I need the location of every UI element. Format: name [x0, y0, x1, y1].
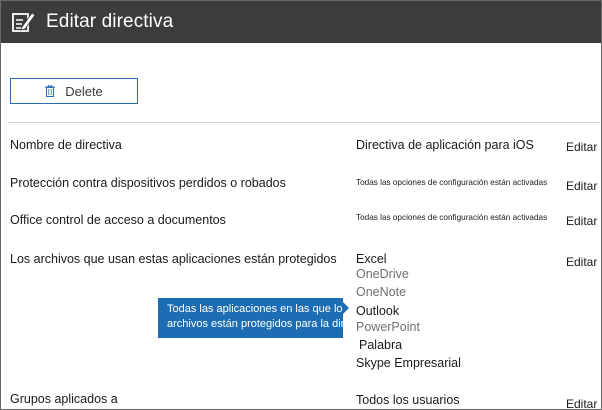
tooltip-callout: Todas las aplicaciones en las que los ar… — [158, 298, 343, 338]
row-value-access-control: Todas las opciones de configuración está… — [356, 213, 548, 222]
delete-button-label: Delete — [65, 83, 103, 99]
row-value-groups: Todos los usuarios — [356, 393, 460, 407]
delete-button[interactable]: Delete — [10, 78, 138, 104]
edit-link-lost-device[interactable]: Editar — [566, 179, 597, 193]
list-item: Palabra — [359, 338, 403, 352]
row-value-policy-name: Directiva de aplicación para iOS — [356, 138, 534, 152]
list-item: OneNote — [356, 285, 407, 299]
edit-link-protected-apps[interactable]: Editar — [566, 255, 597, 269]
list-item: OneDrive — [356, 267, 409, 281]
row-label-policy-name: Nombre de directiva — [10, 138, 122, 152]
trash-icon — [45, 85, 56, 97]
row-value-lost-device: Todas las opciones de configuración está… — [356, 178, 548, 187]
row-label-lost-device: Protección contra dispositivos perdidos … — [10, 176, 286, 190]
edit-document-icon — [12, 12, 36, 32]
edit-policy-panel: Editar directiva Delete Nombre de direct… — [0, 0, 602, 410]
list-item: Skype Empresarial — [356, 356, 461, 370]
tooltip-line-2: archivos están protegidos para la dir — [167, 318, 343, 330]
row-label-access-control: Office control de acceso a documentos — [10, 213, 226, 227]
row-label-protected-apps: Los archivos que usan estas aplicaciones… — [10, 252, 337, 266]
divider — [8, 122, 600, 123]
edit-link-policy-name[interactable]: Editar — [566, 140, 597, 154]
page-title: Editar directiva — [46, 11, 174, 32]
tooltip-line-1: Todas las aplicaciones en las que los — [167, 303, 343, 315]
edit-link-groups[interactable]: Editar — [566, 397, 597, 409]
list-item: PowerPoint — [356, 320, 420, 334]
edit-link-access-control[interactable]: Editar — [566, 214, 597, 228]
list-item: Outlook — [356, 304, 400, 318]
tooltip-arrow — [343, 302, 349, 314]
row-label-groups: Grupos aplicados a — [10, 392, 118, 406]
title-bar: Editar directiva — [1, 1, 601, 43]
list-item: Excel — [356, 252, 387, 266]
